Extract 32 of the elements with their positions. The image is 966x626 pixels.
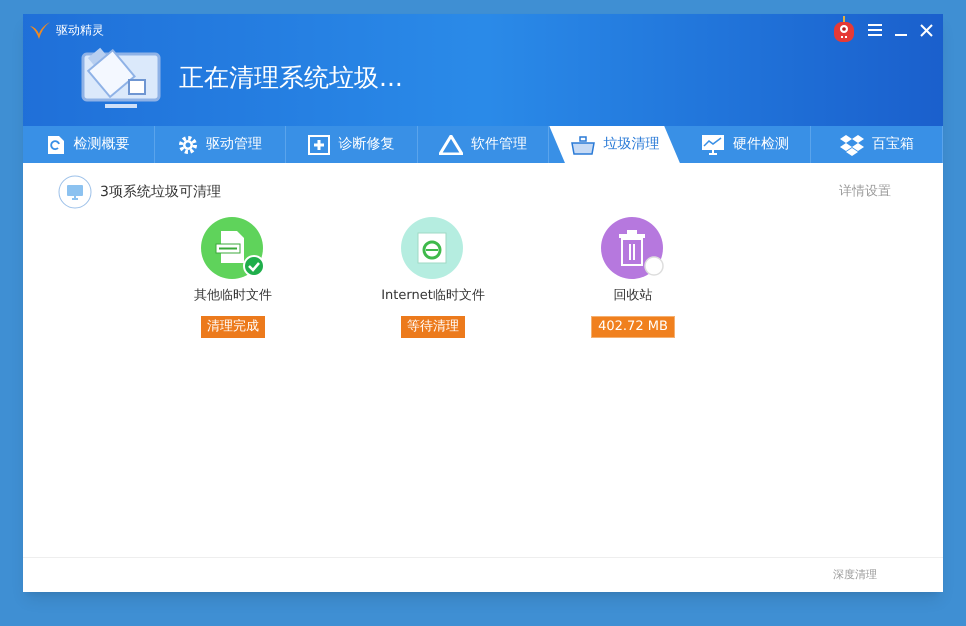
status-badge: 等待清理 bbox=[401, 316, 465, 338]
status-badge: 402.72 MB bbox=[591, 316, 675, 338]
refresh-icon bbox=[47, 134, 66, 154]
summary-text: 3项系统垃圾可清理 bbox=[100, 182, 221, 202]
item-label: 回收站 bbox=[614, 287, 652, 305]
logo-icon bbox=[28, 20, 52, 40]
item-label: Internet临时文件 bbox=[381, 287, 485, 305]
monitor-icon bbox=[58, 175, 92, 209]
chart-monitor-icon bbox=[701, 134, 726, 156]
tab[interactable]: 软件管理 bbox=[418, 126, 550, 163]
plus-window-icon bbox=[308, 134, 330, 154]
boxes-icon bbox=[840, 134, 864, 156]
settings-link[interactable]: 详情设置 bbox=[839, 182, 891, 202]
close-icon[interactable] bbox=[920, 24, 933, 36]
temp-file-icon bbox=[201, 217, 263, 279]
tab[interactable]: 垃圾清理 bbox=[549, 126, 680, 163]
robot-icon[interactable] bbox=[832, 16, 856, 44]
banner-title: 正在清理系统垃圾... bbox=[179, 62, 403, 94]
gear-icon bbox=[178, 134, 198, 154]
tab[interactable]: 检测概要 bbox=[23, 126, 155, 163]
menu-icon[interactable] bbox=[868, 24, 882, 36]
tab[interactable]: 百宝箱 bbox=[811, 126, 944, 163]
triangle-icon bbox=[439, 134, 464, 154]
app-name: 驱动精灵 bbox=[56, 22, 104, 39]
status-badge: 清理完成 bbox=[201, 316, 265, 338]
deep-clean-button[interactable]: 深度清理 bbox=[833, 567, 877, 584]
tab[interactable]: 硬件检测 bbox=[680, 126, 812, 163]
item-label: 其他临时文件 bbox=[194, 287, 272, 305]
trash-icon bbox=[601, 217, 663, 279]
browser-icon bbox=[401, 217, 463, 279]
tab[interactable]: 驱动管理 bbox=[154, 126, 286, 163]
tab[interactable]: 诊断修复 bbox=[286, 126, 418, 163]
